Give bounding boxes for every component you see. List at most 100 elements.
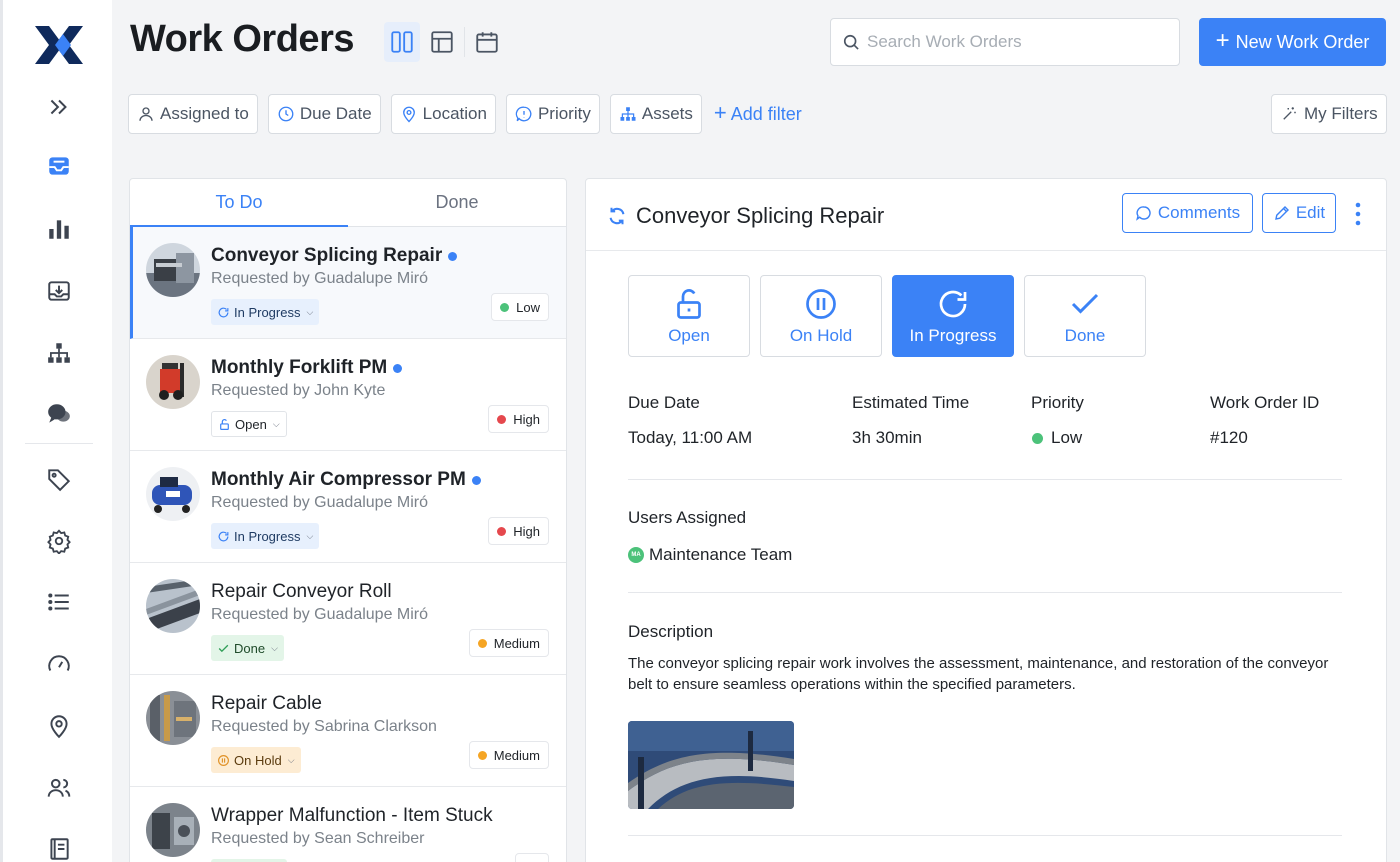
sidebar-divider <box>25 443 93 444</box>
status-dropdown[interactable]: Done ⌵ <box>211 635 284 661</box>
chevron-down-icon: ⌵ <box>271 642 278 653</box>
search-icon <box>843 34 859 50</box>
list-item[interactable]: Repair Conveyor Roll Requested by Guadal… <box>130 563 566 675</box>
view-mode-toggle <box>384 22 505 62</box>
work-order-id-value: #120 <box>1210 428 1248 448</box>
priority-dot <box>477 750 487 760</box>
filter-label: Due Date <box>299 104 372 123</box>
list-item[interactable]: Conveyor Splicing Repair Requested by Gu… <box>130 227 566 339</box>
status-label: Done <box>1064 326 1106 345</box>
filter-assets[interactable]: Assets <box>609 94 702 134</box>
hierarchy-icon[interactable] <box>44 338 74 368</box>
user-icon <box>139 107 153 121</box>
list-item[interactable]: Wrapper Malfunction - Item Stuck Request… <box>130 787 566 862</box>
assigned-user[interactable]: MA Maintenance Team <box>628 545 792 565</box>
edit-button[interactable]: Edit <box>1262 193 1336 233</box>
chevron-down-icon: ⌵ <box>306 306 314 317</box>
priority-label: High <box>513 411 540 427</box>
add-filter-label: Add filter <box>730 103 802 124</box>
new-work-order-button[interactable]: + New Work Order <box>1199 18 1386 66</box>
split-view-icon[interactable] <box>384 22 420 62</box>
status-dropdown[interactable]: On Hold ⌵ <box>211 747 301 773</box>
requested-by: Requested by Guadalupe Miró <box>211 606 429 623</box>
status-dropdown[interactable]: In Progress ⌵ <box>211 523 320 549</box>
bar-chart-icon[interactable] <box>44 214 74 244</box>
status-dropdown[interactable]: Open ⌵ <box>211 411 287 437</box>
my-filters-button[interactable]: My Filters <box>1271 94 1387 134</box>
book-icon[interactable] <box>44 834 74 862</box>
divider <box>628 592 1342 593</box>
pause-circle-icon <box>218 754 229 766</box>
tab-to-do[interactable]: To Do <box>130 179 348 227</box>
search-input[interactable] <box>867 32 1167 52</box>
chevron-down-icon: ⌵ <box>272 418 280 429</box>
table-view-icon[interactable] <box>424 22 460 62</box>
work-order-title: Monthly Air Compressor PM <box>211 469 481 491</box>
x-logo[interactable] <box>33 24 85 66</box>
avatar: MA <box>628 547 644 563</box>
list-item[interactable]: Monthly Air Compressor PM Requested by G… <box>130 451 566 563</box>
filter-label: Assigned to <box>160 104 249 123</box>
status-on-hold-button[interactable]: On Hold <box>760 275 882 357</box>
users-icon[interactable] <box>44 773 74 803</box>
alert-bubble-icon <box>515 106 532 122</box>
filter-priority[interactable]: Priority <box>505 94 600 134</box>
status-label: On Hold <box>234 752 282 768</box>
work-order-id-label: Work Order ID <box>1210 393 1320 412</box>
comments-button[interactable]: Comments <box>1122 193 1253 233</box>
list-item[interactable]: Monthly Forklift PM Requested by John Ky… <box>130 339 566 451</box>
filter-bar: Assigned to Due Date Location Priority A… <box>128 94 802 134</box>
priority-dot <box>497 414 507 424</box>
plus-icon: + <box>713 100 727 125</box>
inbox-icon[interactable] <box>44 151 74 181</box>
due-date-value: Today, 11:00 AM <box>628 428 752 448</box>
status-open-button[interactable]: Open <box>628 275 750 357</box>
due-date-label: Due Date <box>628 393 700 412</box>
expand-icon[interactable] <box>44 92 74 122</box>
priority-dot <box>477 638 487 648</box>
calendar-view-icon[interactable] <box>469 22 505 62</box>
refresh-icon <box>218 307 229 317</box>
description-image[interactable] <box>628 721 794 809</box>
status-in-progress-button[interactable]: In Progress <box>892 275 1014 357</box>
add-filter-button[interactable]: + Add filter <box>713 100 802 125</box>
gear-icon[interactable] <box>44 526 74 556</box>
tab-done[interactable]: Done <box>348 179 566 226</box>
work-order-title: Conveyor Splicing Repair <box>211 245 458 267</box>
requested-by: Requested by John Kyte <box>211 382 386 399</box>
work-order-title-text: Monthly Air Compressor PM <box>211 469 466 490</box>
work-order-title-text: Repair Cable <box>211 693 322 714</box>
more-options-icon[interactable] <box>1352 201 1364 227</box>
list-icon[interactable] <box>44 587 74 617</box>
assigned-user-name: Maintenance Team <box>649 545 793 564</box>
due-date-text: Today, 11:00 AM <box>628 428 753 447</box>
location-pin-icon[interactable] <box>44 711 74 741</box>
chevron-down-icon: ⌵ <box>287 754 295 765</box>
estimated-time-label: Estimated Time <box>852 393 970 412</box>
list-item[interactable]: Repair Cable Requested by Sabrina Clarks… <box>130 675 566 787</box>
chat-icon[interactable] <box>44 399 74 429</box>
filter-due-date[interactable]: Due Date <box>267 94 381 134</box>
gauge-icon[interactable] <box>44 649 74 679</box>
priority-badge: High <box>488 405 549 433</box>
tag-icon[interactable] <box>44 464 74 494</box>
comment-icon <box>1135 206 1151 221</box>
status-label: Done <box>234 640 266 656</box>
filter-label: Location <box>422 104 487 123</box>
magic-wand-icon <box>1283 107 1296 120</box>
work-order-thumbnail <box>146 243 200 297</box>
download-tray-icon[interactable] <box>44 276 74 306</box>
work-order-thumbnail <box>146 579 200 633</box>
priority-label: Medium <box>493 747 540 763</box>
filter-assigned-to[interactable]: Assigned to <box>128 94 258 134</box>
priority-value: Low <box>1032 428 1082 448</box>
search-box[interactable] <box>830 18 1180 66</box>
status-dropdown[interactable]: In Progress ⌵ <box>211 299 320 325</box>
work-order-id-text: #120 <box>1210 428 1248 447</box>
unread-indicator <box>471 475 481 485</box>
filter-location[interactable]: Location <box>390 94 496 134</box>
status-done-button[interactable]: Done <box>1024 275 1146 357</box>
priority-dot <box>1032 432 1043 444</box>
unlock-icon <box>677 289 701 319</box>
requested-by: Requested by Sabrina Clarkson <box>211 718 437 735</box>
